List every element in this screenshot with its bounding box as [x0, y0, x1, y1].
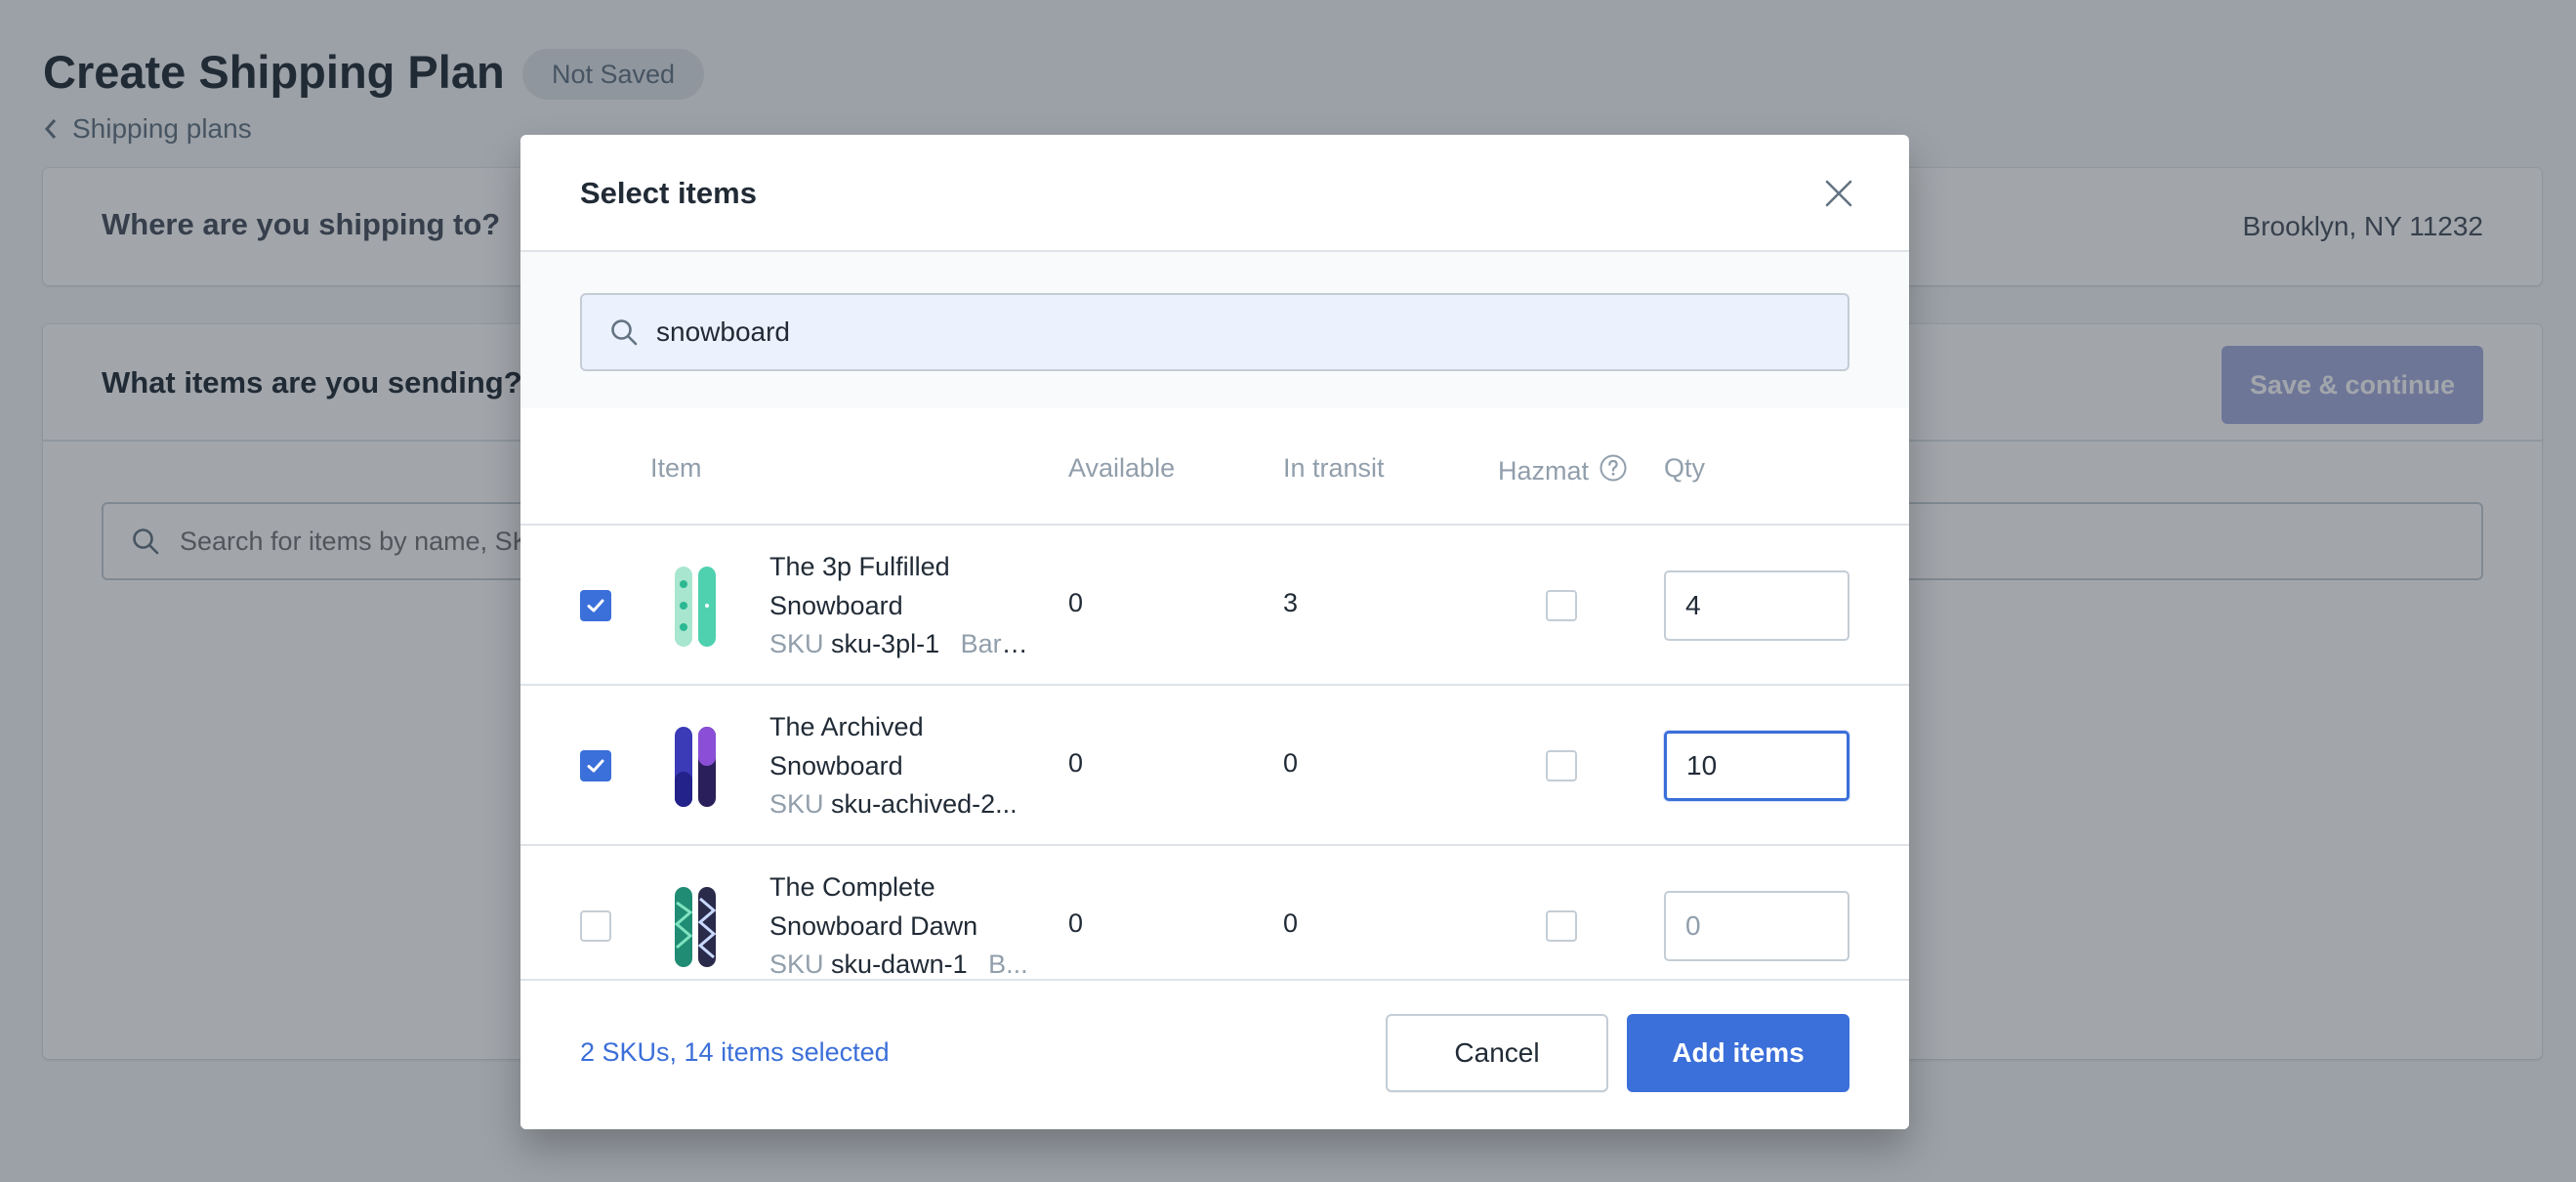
close-icon: [1825, 180, 1852, 207]
available-value: 0: [1068, 748, 1084, 778]
table-row: The 3p Fulfilled Snowboard SKU sku-3pl-1…: [520, 526, 1909, 686]
item-rows: The 3p Fulfilled Snowboard SKU sku-3pl-1…: [520, 526, 1909, 979]
available-value: 0: [1068, 908, 1084, 938]
sku-label: SKU: [769, 789, 824, 819]
item-sku: SKU sku-dawn-1 B...: [769, 950, 1033, 979]
column-item: Item: [650, 453, 702, 483]
modal-header: Select items: [520, 135, 1909, 252]
snowboard-thumbnail: [675, 727, 716, 807]
selection-summary: 2 SKUs, 14 items selected: [580, 1037, 890, 1067]
row-checkbox[interactable]: [580, 910, 611, 942]
item-name: The Archived Snowboard: [769, 712, 924, 781]
qty-input[interactable]: [1664, 731, 1849, 801]
row-checkbox[interactable]: [580, 750, 611, 781]
modal-footer: 2 SKUs, 14 items selected Cancel Add ite…: [520, 979, 1909, 1129]
cancel-button[interactable]: Cancel: [1386, 1014, 1608, 1092]
in-transit-value: 0: [1283, 908, 1299, 938]
qty-input[interactable]: [1664, 570, 1849, 641]
sku-label: SKU: [769, 950, 824, 979]
select-items-modal: Select items Item Available In transit H…: [520, 135, 1909, 1129]
barcode-value: B...: [988, 950, 1028, 979]
row-checkbox[interactable]: [580, 590, 611, 621]
in-transit-value: 3: [1283, 588, 1299, 617]
in-transit-value: 0: [1283, 748, 1299, 778]
item-sku: SKU sku-achived-2...: [769, 789, 1033, 820]
close-button[interactable]: [1815, 170, 1862, 217]
column-hazmat-label: Hazmat: [1498, 456, 1590, 485]
hazmat-checkbox[interactable]: [1546, 910, 1577, 942]
checkmark-icon: [587, 759, 604, 773]
item-name: The Complete Snowboard Dawn: [769, 872, 978, 941]
sku-value: sku-achived-2...: [831, 789, 1018, 819]
sku-value: sku-3pl-1: [831, 629, 940, 658]
modal-search-input[interactable]: [656, 317, 1848, 348]
add-items-button[interactable]: Add items: [1627, 1014, 1849, 1092]
item-name: The 3p Fulfilled Snowboard: [769, 552, 950, 620]
table-row: The Archived Snowboard SKU sku-achived-2…: [520, 686, 1909, 846]
item-sku: SKU sku-3pl-1 Barc...: [769, 629, 1033, 659]
sku-value: sku-dawn-1: [831, 950, 968, 979]
column-hazmat: Hazmat: [1498, 453, 1628, 489]
table-header: Item Available In transit Hazmat Qty: [520, 408, 1909, 526]
search-icon: [611, 319, 638, 346]
help-circle-icon[interactable]: [1599, 453, 1628, 489]
checkmark-icon: [587, 599, 604, 612]
table-row: The Complete Snowboard Dawn SKU sku-dawn…: [520, 846, 1909, 979]
modal-search-field[interactable]: [580, 293, 1849, 371]
snowboard-thumbnail: [674, 887, 717, 967]
sku-label: SKU: [769, 629, 824, 658]
hazmat-checkbox[interactable]: [1546, 590, 1577, 621]
column-available: Available: [1068, 453, 1176, 483]
modal-search-section: [520, 252, 1909, 408]
column-in-transit: In transit: [1283, 453, 1385, 483]
hazmat-checkbox[interactable]: [1546, 750, 1577, 781]
barcode-value: Barc...: [960, 629, 1033, 658]
snowboard-thumbnail: [675, 567, 716, 647]
qty-input[interactable]: [1664, 891, 1849, 961]
column-qty: Qty: [1664, 453, 1706, 483]
modal-title: Select items: [580, 176, 757, 210]
available-value: 0: [1068, 588, 1084, 617]
